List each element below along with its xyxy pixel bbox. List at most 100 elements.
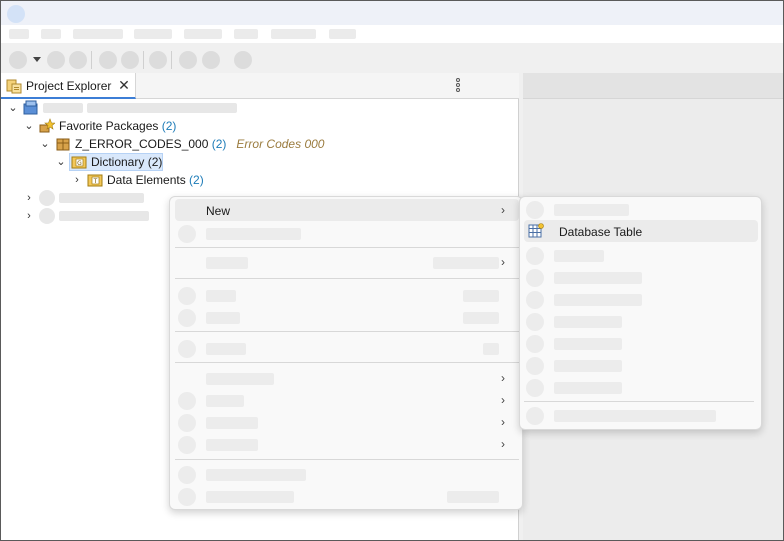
menu-item-database-table[interactable]: Database Table <box>524 220 758 242</box>
tree-item-favorite-packages[interactable]: ⌄ Favorite Packages (2) <box>1 117 519 135</box>
menu-item-placeholder[interactable] <box>271 29 316 39</box>
toolbar-separator <box>143 51 144 69</box>
toolbar-button[interactable] <box>149 51 167 69</box>
menu-item-placeholder[interactable] <box>134 29 172 39</box>
menu-item-redacted[interactable] <box>175 222 519 244</box>
tree-item-package[interactable]: ⌄ Z_ERROR_CODES_000 (2) Error Codes 000 <box>1 135 519 153</box>
toolbar-separator <box>91 51 92 69</box>
menu-item-redacted[interactable] <box>524 288 758 310</box>
redacted-text <box>206 373 274 385</box>
menu-item-redacted[interactable]: › <box>175 389 519 411</box>
redacted-text <box>206 257 248 269</box>
chevron-right-icon: › <box>501 437 505 451</box>
tree-item-data-elements[interactable]: › T Data Elements (2) <box>1 171 519 189</box>
toolbar-button[interactable] <box>9 51 27 69</box>
menu-item-placeholder[interactable] <box>184 29 222 39</box>
chevron-down-icon[interactable]: ⌄ <box>23 120 35 132</box>
menu-item-redacted[interactable] <box>524 376 758 398</box>
chevron-right-icon[interactable]: › <box>23 210 35 222</box>
tree-item-label: Favorite Packages <box>59 119 159 133</box>
package-description: Error Codes 000 <box>236 137 325 151</box>
abap-project-icon <box>23 100 38 115</box>
menu-item-label: New <box>206 204 231 218</box>
redacted-icon <box>526 379 544 397</box>
toolbar-button[interactable] <box>234 51 252 69</box>
redacted-shortcut <box>463 312 499 324</box>
menu-item-redacted[interactable]: › <box>175 411 519 433</box>
toolbar-button[interactable] <box>121 51 139 69</box>
menu-separator <box>524 401 754 402</box>
menu-item-placeholder[interactable] <box>41 29 61 39</box>
menu-item-redacted[interactable] <box>175 284 519 306</box>
menu-separator <box>175 331 519 332</box>
dictionary-folder-icon: G <box>71 156 87 169</box>
toolbar-button[interactable] <box>69 51 87 69</box>
redacted-text <box>43 103 83 113</box>
new-submenu: Database Table <box>519 196 762 430</box>
tab-label: Project Explorer <box>26 79 112 93</box>
data-elements-folder-icon: T <box>87 174 103 187</box>
redacted-text <box>554 294 642 306</box>
redacted-text <box>206 439 258 451</box>
tree-item-dictionary[interactable]: ⌄ G Dictionary (2) <box>1 153 519 171</box>
menu-item-redacted[interactable]: › <box>175 433 519 455</box>
redacted-icon <box>526 407 544 425</box>
menu-item-new[interactable]: New › <box>175 199 519 221</box>
redacted-icon <box>526 247 544 265</box>
menu-item-redacted[interactable] <box>524 404 758 426</box>
item-count: (2) <box>147 155 163 169</box>
tree-item-label: Data Elements <box>107 173 186 187</box>
redacted-icon <box>526 201 544 219</box>
menu-item-redacted[interactable] <box>524 332 758 354</box>
redacted-icon <box>526 335 544 353</box>
menu-item-redacted[interactable] <box>175 306 519 328</box>
toolbar-button[interactable] <box>179 51 197 69</box>
redacted-text <box>59 211 149 221</box>
redacted-icon <box>178 466 196 484</box>
menu-item-redacted[interactable] <box>524 244 758 266</box>
project-explorer-icon <box>6 79 22 94</box>
redacted-text <box>554 410 716 422</box>
toolbar-button[interactable] <box>99 51 117 69</box>
redacted-icon <box>39 190 55 206</box>
menu-item-redacted[interactable]: › <box>175 367 519 389</box>
chevron-down-icon[interactable]: ⌄ <box>39 138 51 150</box>
redacted-text <box>206 491 294 503</box>
tab-project-explorer[interactable]: Project Explorer ✕ <box>1 73 136 99</box>
toolbar-button[interactable] <box>202 51 220 69</box>
menu-item-redacted[interactable] <box>175 337 519 359</box>
redacted-shortcut <box>433 257 499 269</box>
chevron-down-icon[interactable]: ⌄ <box>7 102 19 114</box>
view-menu-icon[interactable] <box>453 77 463 95</box>
menu-item-placeholder[interactable] <box>73 29 123 39</box>
menu-item-redacted[interactable] <box>175 485 519 507</box>
redacted-icon <box>526 313 544 331</box>
menu-item-redacted[interactable] <box>524 354 758 376</box>
title-bar <box>1 1 783 25</box>
redacted-icon <box>526 291 544 309</box>
redacted-text <box>554 272 642 284</box>
toolbar <box>1 43 783 75</box>
svg-text:G: G <box>77 160 82 167</box>
close-icon[interactable]: ✕ <box>117 78 131 92</box>
menu-bar <box>1 25 783 43</box>
menu-item-redacted[interactable] <box>524 310 758 332</box>
menu-item-redacted[interactable] <box>524 266 758 288</box>
redacted-icon <box>178 287 196 305</box>
item-count: (2) <box>161 119 177 133</box>
menu-item-placeholder[interactable] <box>234 29 258 39</box>
redacted-text <box>206 417 258 429</box>
menu-item-placeholder[interactable] <box>9 29 29 39</box>
chevron-down-icon[interactable]: ⌄ <box>55 156 67 168</box>
menu-item-redacted[interactable]: › <box>175 251 519 273</box>
menu-item-label: Database Table <box>559 225 643 239</box>
chevron-right-icon[interactable]: › <box>71 174 83 186</box>
chevron-right-icon[interactable]: › <box>23 192 35 204</box>
tree-item-project[interactable]: ⌄ <box>1 99 519 117</box>
dropdown-arrow-icon[interactable] <box>33 57 41 62</box>
menu-item-redacted[interactable] <box>524 198 758 220</box>
redacted-text <box>554 338 622 350</box>
toolbar-button[interactable] <box>47 51 65 69</box>
menu-item-redacted[interactable] <box>175 463 519 485</box>
menu-item-placeholder[interactable] <box>329 29 356 39</box>
